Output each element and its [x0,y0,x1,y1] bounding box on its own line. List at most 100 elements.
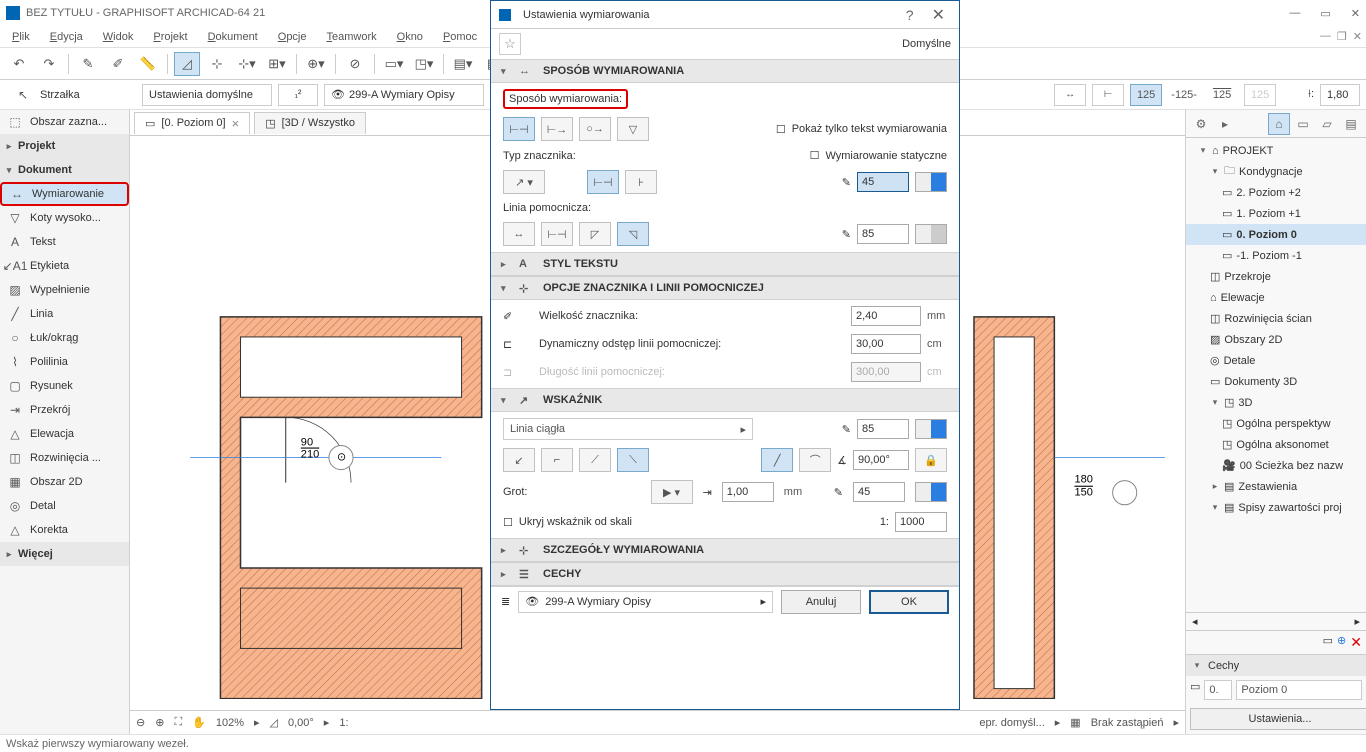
nav-zestawienia[interactable]: ▸▤Zestawienia [1186,476,1366,497]
group-dokument[interactable]: ▾Dokument [0,158,129,182]
nav-3d[interactable]: ▾◳3D [1186,392,1366,413]
menu-widok[interactable]: Widok [95,29,142,45]
gravity-icon[interactable]: ⊕▾ [303,52,329,76]
nav-przekroje[interactable]: ◫Przekroje [1186,266,1366,287]
fit-icon[interactable]: ⛶ [174,716,182,729]
group-projekt[interactable]: ▸Projekt [0,134,129,158]
menu-plik[interactable]: Plik [4,29,38,45]
selection-tool[interactable]: Obszar zazna... [30,116,125,128]
tool-rysunek[interactable]: ▢Rysunek [0,374,129,398]
dyn-input[interactable]: 30,00 [851,334,921,354]
ok-button[interactable]: OK [869,590,949,614]
tool-etykieta[interactable]: ↙A1Etykieta [0,254,129,278]
snap-icon[interactable]: ⊹ [204,52,230,76]
scroll-right-icon[interactable]: ▸ [1354,615,1360,628]
suspend-icon[interactable]: ⊘ [342,52,368,76]
dim-height-field[interactable]: 1,80 [1320,84,1360,106]
marker-none-icon[interactable]: ⊦ [625,170,657,194]
marker-pen-swatch[interactable] [915,172,947,192]
section-cechy[interactable]: ▸☰CECHY [491,562,959,586]
doc-close-icon[interactable]: ✕ [1353,30,1362,43]
menu-edycja[interactable]: Edycja [42,29,91,45]
trace-icon[interactable]: ▤▾ [450,52,476,76]
nav-kondygnacje[interactable]: ▾🗀Kondygnacje [1186,161,1366,182]
zoom-in-icon[interactable]: ⊕ [155,716,164,729]
dim-linear-icon[interactable]: ⊢⊣ [503,117,535,141]
nav-level-2[interactable]: ▭2. Poziom +2 [1186,182,1366,203]
lock-icon[interactable]: 🔒 [915,448,947,472]
guide-icon[interactable]: ◿ [174,52,200,76]
marker-style-dropdown[interactable]: ↗ ▾ [503,170,545,194]
nav-dok3d[interactable]: ▭Dokumenty 3D [1186,371,1366,392]
override-label[interactable]: Brak zastąpień [1091,717,1164,729]
ptr-shape3-icon[interactable]: ⟋ [579,448,611,472]
layer-field[interactable]: 👁 299-A Wymiary Opisy [324,84,484,106]
pokaz-tekst-check[interactable]: ☐Pokaż tylko tekst wymiarowania [776,123,947,136]
tool-luk[interactable]: ○Łuk/okrąg [0,326,129,350]
dim-type-1-icon[interactable]: ↔ [1054,84,1086,106]
undo-icon[interactable]: ↶ [6,52,32,76]
nav-3d-axon[interactable]: ◳Ogólna aksonomet [1186,434,1366,455]
dim-type-2-icon[interactable]: ⊢ [1092,84,1124,106]
nav-root[interactable]: ▾⌂PROJEKT [1186,140,1366,161]
wielkosc-input[interactable]: 2,40 [851,306,921,326]
nav-3d-path[interactable]: 🎥00 Ścieżka bez nazw [1186,455,1366,476]
ptr-arc-icon[interactable]: ⌒ [799,448,831,472]
section-wskaznik[interactable]: ▾↗WSKAŹNIK [491,388,959,412]
grot-pen-input[interactable]: 45 [853,482,905,502]
syringe-icon[interactable]: ✐ [105,52,131,76]
ptr-shape1-icon[interactable]: ↙ [503,448,535,472]
dim-val-2[interactable]: -125- [1168,84,1200,106]
tool-rozwiniecia[interactable]: ◫Rozwinięcia ... [0,446,129,470]
menu-dokument[interactable]: Dokument [200,29,266,45]
static-check[interactable]: ☐Wymiarowanie statyczne [810,149,947,162]
ukryj-check[interactable]: ☐Ukryj wskaźnik od skali [503,516,632,529]
group-wiecej[interactable]: ▸Więcej [0,542,129,566]
scale-icon[interactable]: 1: [339,717,348,729]
witness-pen-input[interactable]: 85 [857,224,909,244]
tool-koty[interactable]: ▽Koty wysoko... [0,206,129,230]
grot-size-input[interactable]: 1,00 [722,482,774,502]
layer-dropdown[interactable]: 👁 299-A Wymiary Opisy ▸ [518,591,773,613]
section-opcje[interactable]: ▾⊹OPCJE ZNACZNIKA I LINII POMOCNICZEJ [491,276,959,300]
witness-gap-icon[interactable]: ◸ [579,222,611,246]
minimize-icon[interactable]: — [1289,7,1300,20]
nav-level-m1[interactable]: ▭-1. Poziom -1 [1186,245,1366,266]
scroll-left-icon[interactable]: ◂ [1192,615,1198,628]
doc-minimize-icon[interactable]: — [1320,30,1331,43]
witness-none-icon[interactable]: ↔ [503,222,535,246]
pointer-pen-input[interactable]: 85 [857,419,909,439]
zoom-out-icon[interactable]: ⊖ [136,716,145,729]
ruler-icon[interactable]: 📏 [135,52,161,76]
nav-rozwiniecia[interactable]: ◫Rozwinięcia ścian [1186,308,1366,329]
nav-publish-icon[interactable]: ▤ [1340,113,1362,135]
ptr-line-icon[interactable]: ╱ [761,448,793,472]
dim-val-4[interactable]: 125 [1244,84,1276,106]
dim-cumulative-icon[interactable]: ⊢→ [541,117,573,141]
menu-projekt[interactable]: Projekt [145,29,195,45]
nav-settings-icon[interactable]: ⚙ [1190,113,1212,135]
witness-short-icon[interactable]: ⊢⊣ [541,222,573,246]
snap2-icon[interactable]: ⊹▾ [234,52,260,76]
cechy-head[interactable]: ▾Cechy [1186,654,1366,676]
marker-pen-input[interactable]: 45 [857,172,909,192]
tool-przekroj[interactable]: ⇥Przekrój [0,398,129,422]
section-sposob[interactable]: ▾↔SPOSÓB WYMIAROWANIA [491,59,959,83]
magic-icon[interactable]: ▭▾ [381,52,407,76]
menu-pomoc[interactable]: Pomoc [435,29,485,45]
settings-button[interactable]: Ustawienia... [1190,708,1366,730]
menu-okno[interactable]: Okno [389,29,431,45]
favorite-icon[interactable]: ☆ [499,33,521,55]
section-styl[interactable]: ▸ASTYL TEKSTU [491,252,959,276]
grot-pen-swatch[interactable] [915,482,947,502]
zoom-pct[interactable]: 102% [216,717,244,729]
dim-base-icon[interactable]: ○→ [579,117,611,141]
redo-icon[interactable]: ↷ [36,52,62,76]
angle-val[interactable]: 0,00° [288,717,314,729]
nav-level-1[interactable]: ▭1. Poziom +1 [1186,203,1366,224]
witness-full-icon[interactable]: ◹ [617,222,649,246]
ptr-angle-input[interactable]: 90,00° [853,450,909,470]
nav-level-0[interactable]: ▭0. Poziom 0 [1186,224,1366,245]
nav-3d-persp[interactable]: ◳Ogólna perspektyw [1186,413,1366,434]
line-type-dropdown[interactable]: Linia ciągła▸ [503,418,753,440]
